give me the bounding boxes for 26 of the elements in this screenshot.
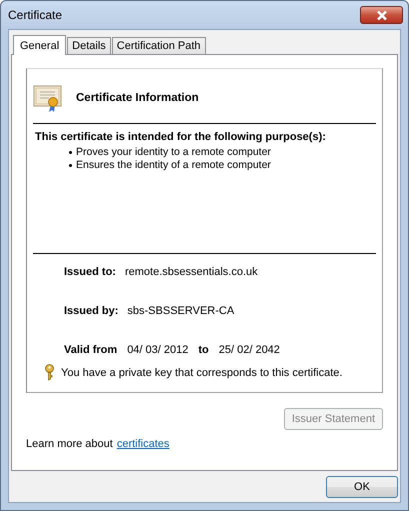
field-label: Issued to: (64, 266, 116, 278)
tab[interactable]: Certification Path (112, 37, 206, 54)
purpose-heading: This certificate is intended for the following purpose(s): (35, 130, 327, 144)
certificates-link[interactable]: certificates (116, 438, 170, 450)
bullet-icon (69, 164, 72, 167)
close-icon (376, 10, 388, 20)
purpose-item: Proves your identity to a remote computer (76, 146, 271, 159)
field-label: to (198, 344, 209, 356)
bullet-icon (69, 151, 72, 154)
field-value: 04/ 03/ 2012 (127, 344, 188, 356)
field-label: Issued by: (64, 305, 118, 317)
certificate-icon (33, 83, 63, 113)
tab[interactable]: Details (67, 37, 111, 54)
field-value: remote.sbsessentials.co.uk (124, 266, 258, 278)
key-icon (45, 364, 54, 381)
field-value: 25/ 02/ 2042 (218, 344, 280, 356)
section-heading: Certificate Information (76, 92, 199, 104)
tab[interactable]: General (13, 35, 66, 55)
field-value: sbs-SBSSERVER-CA (127, 305, 234, 317)
private-key-note: You have a private key that corresponds to this certificate. (61, 366, 342, 378)
purpose-item: Ensures the identity of a remote computer (76, 159, 271, 172)
field-label: Valid from (64, 344, 118, 356)
window-title: Certificate (8, 8, 62, 22)
close-button[interactable] (360, 6, 403, 24)
ok-button[interactable]: OK (326, 476, 398, 498)
learn-more-text: Learn more about (26, 438, 113, 450)
